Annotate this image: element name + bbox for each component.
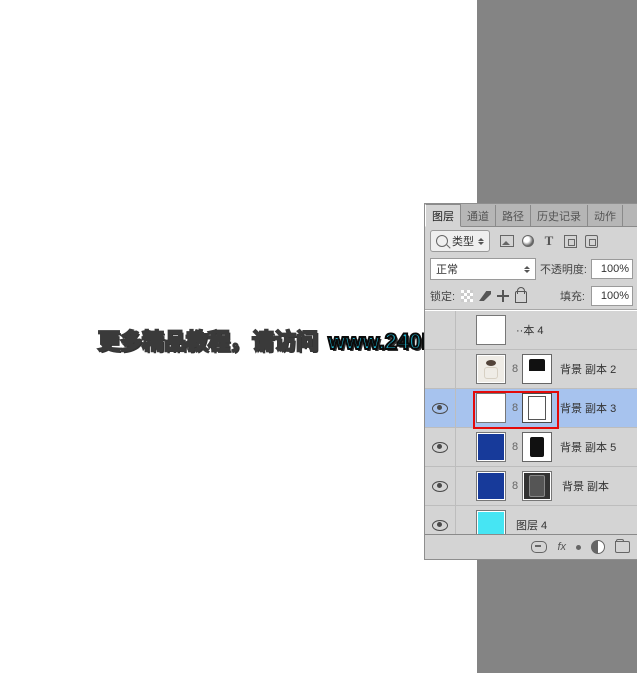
add-mask-icon[interactable] [591, 540, 605, 554]
visibility-toggle[interactable] [425, 311, 456, 349]
eye-icon [432, 520, 448, 531]
layer-thumbnail[interactable] [476, 510, 506, 534]
eye-hidden-icon [433, 323, 447, 337]
opacity-label: 不透明度: [540, 261, 587, 277]
watermark-cn: 更多精品教程，请访问 [98, 329, 318, 354]
eye-hidden-icon [433, 362, 447, 376]
visibility-toggle[interactable] [425, 467, 456, 505]
layer-mask-thumbnail[interactable] [522, 432, 552, 462]
layer-item[interactable]: 8 背景 副本 [425, 467, 637, 506]
layer-thumbnail[interactable] [476, 471, 506, 501]
kind-label: 类型 [452, 233, 474, 249]
lock-row: 锁定: 填充: 100% [425, 283, 637, 310]
lock-position-icon[interactable] [497, 290, 509, 302]
layer-mask-thumbnail[interactable] [522, 471, 552, 501]
layer-mask-thumbnail[interactable] [522, 354, 552, 384]
tab-paths[interactable]: 路径 [496, 205, 531, 226]
layer-thumbnail[interactable] [476, 393, 506, 423]
link-layers-icon[interactable] [531, 541, 547, 553]
filter-smart-icon[interactable] [584, 234, 598, 248]
layer-thumbnail[interactable] [476, 315, 506, 345]
filter-type-icon[interactable]: T [542, 234, 556, 248]
layer-list: ··本 4 8 背景 副本 2 8 背景 副本 3 [425, 310, 637, 534]
tab-layers[interactable]: 图层 [425, 204, 461, 227]
tab-history[interactable]: 历史记录 [531, 205, 588, 226]
tab-actions[interactable]: 动作 [588, 205, 623, 226]
layer-item[interactable]: 8 背景 副本 3 [425, 389, 637, 428]
blend-mode-value: 正常 [436, 261, 458, 277]
layer-item[interactable]: 8 背景 副本 5 [425, 428, 637, 467]
vector-mask-thumbnail[interactable] [522, 393, 552, 423]
blend-row: 正常 不透明度: 100% [425, 255, 637, 283]
layer-item[interactable]: 图层 4 [425, 506, 637, 534]
layer-thumbnail[interactable] [476, 432, 506, 462]
opacity-value[interactable]: 100% [591, 259, 633, 279]
fill-label: 填充: [560, 288, 585, 304]
lock-label: 锁定: [430, 288, 455, 304]
filter-row: 类型 T [425, 227, 637, 255]
filter-pixel-icon[interactable] [500, 234, 514, 248]
eye-icon [432, 442, 448, 453]
layer-name[interactable]: 背景 副本 3 [560, 400, 616, 416]
fill-value[interactable]: 100% [591, 286, 633, 306]
visibility-toggle[interactable] [425, 428, 456, 466]
lock-all-icon[interactable] [515, 291, 527, 303]
eye-icon [432, 481, 448, 492]
blend-mode-select[interactable]: 正常 [430, 258, 536, 280]
fx-button[interactable]: fx [557, 541, 566, 553]
layer-name[interactable]: 图层 4 [516, 517, 547, 533]
layer-name[interactable]: 背景 副本 [562, 478, 609, 494]
filter-shape-icon[interactable] [563, 234, 577, 248]
tab-channels[interactable]: 通道 [461, 205, 496, 226]
layer-thumbnail[interactable] [476, 354, 506, 384]
eye-icon [432, 403, 448, 414]
layer-name[interactable]: ··本 4 [516, 322, 544, 338]
layers-panel: 图层 通道 路径 历史记录 动作 类型 T 正常 [424, 203, 637, 560]
search-icon [436, 235, 448, 247]
mask-link-icon[interactable]: 8 [508, 394, 522, 422]
mask-link-icon[interactable]: 8 [508, 433, 522, 461]
lock-pixels-icon[interactable] [479, 291, 491, 301]
layer-filter-kind[interactable]: 类型 [430, 230, 490, 252]
layer-name[interactable]: 背景 副本 2 [560, 361, 616, 377]
layer-item[interactable]: ··本 4 [425, 311, 637, 350]
layer-item[interactable]: 8 背景 副本 2 [425, 350, 637, 389]
visibility-toggle[interactable] [425, 350, 456, 388]
lock-transparent-icon[interactable] [461, 290, 473, 302]
panel-footer: fx [425, 534, 637, 559]
footer-dot-icon [576, 545, 581, 550]
visibility-toggle[interactable] [425, 389, 456, 427]
mask-link-icon[interactable]: 8 [508, 355, 522, 383]
filter-adjust-icon[interactable] [521, 234, 535, 248]
panel-tab-strip: 图层 通道 路径 历史记录 动作 [425, 204, 637, 227]
visibility-toggle[interactable] [425, 506, 456, 534]
layer-name[interactable]: 背景 副本 5 [560, 439, 616, 455]
mask-link-icon[interactable]: 8 [508, 472, 522, 500]
new-group-icon[interactable] [615, 541, 630, 553]
